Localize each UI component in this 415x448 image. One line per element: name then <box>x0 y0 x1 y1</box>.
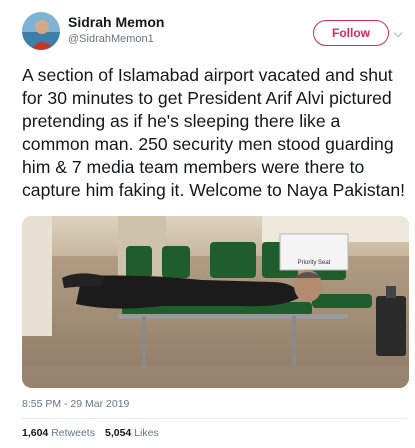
tweet-text: A section of Islamabad airport vacated a… <box>22 65 405 200</box>
likes-label: Likes <box>134 427 159 439</box>
likes-count: 5,054 <box>104 427 132 439</box>
priority-seat-sign: Priority Seat <box>298 260 331 266</box>
tweet-photo[interactable]: Priority Seat <box>22 216 409 388</box>
retweets-count: 1,604 <box>22 427 49 439</box>
retweets-stat[interactable]: 1,604 Retweets <box>22 427 95 439</box>
avatar[interactable] <box>22 12 60 50</box>
author-name[interactable]: Sidrah Memon <box>68 14 164 30</box>
divider <box>22 418 407 419</box>
tweet-timestamp[interactable]: 8:55 PM - 29 Mar 2019 <box>22 398 129 410</box>
tweet-card: Sidrah Memon @SidrahMemon1 Follow ⌵ A se… <box>0 0 415 448</box>
retweets-label: Retweets <box>51 427 95 439</box>
follow-button[interactable]: Follow <box>313 20 389 46</box>
tweet-stats: 1,604 Retweets 5,054 Likes <box>22 427 159 439</box>
author-handle[interactable]: @SidrahMemon1 <box>68 33 154 45</box>
likes-stat[interactable]: 5,054 Likes <box>105 427 159 439</box>
chevron-down-icon[interactable]: ⌵ <box>389 24 407 42</box>
